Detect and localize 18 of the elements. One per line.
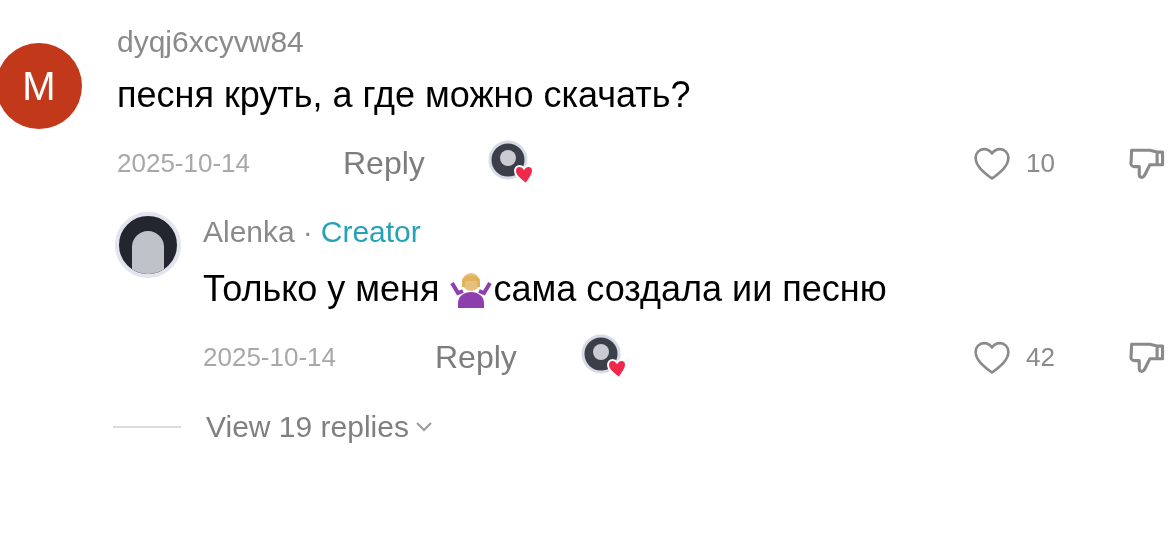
like-count: 42 bbox=[1026, 340, 1056, 374]
heart-icon[interactable] bbox=[972, 145, 1012, 181]
comment-date: 2025-10-14 bbox=[203, 340, 337, 374]
reply-text: Только у меня bbox=[203, 267, 440, 311]
reply-button[interactable]: Reply bbox=[343, 139, 488, 187]
comment-date: 2025-10-14 bbox=[117, 146, 251, 180]
comment-text: песня круть, а где можно скачать? bbox=[117, 73, 692, 117]
like-count: 10 bbox=[1026, 146, 1056, 180]
view-replies-button[interactable]: View 19 replies bbox=[206, 404, 433, 449]
reply-button[interactable]: Reply bbox=[435, 333, 581, 381]
username[interactable]: Alenka bbox=[203, 212, 295, 252]
heart-icon[interactable] bbox=[972, 339, 1012, 375]
separator-dot: · bbox=[302, 214, 313, 250]
reply-text: сама создала ии песню bbox=[493, 267, 887, 311]
chevron-down-icon bbox=[414, 420, 433, 433]
avatar[interactable]: M bbox=[0, 43, 82, 129]
creator-label: Creator bbox=[320, 214, 421, 250]
username[interactable]: dyqj6xcyvw84 bbox=[117, 22, 1170, 62]
